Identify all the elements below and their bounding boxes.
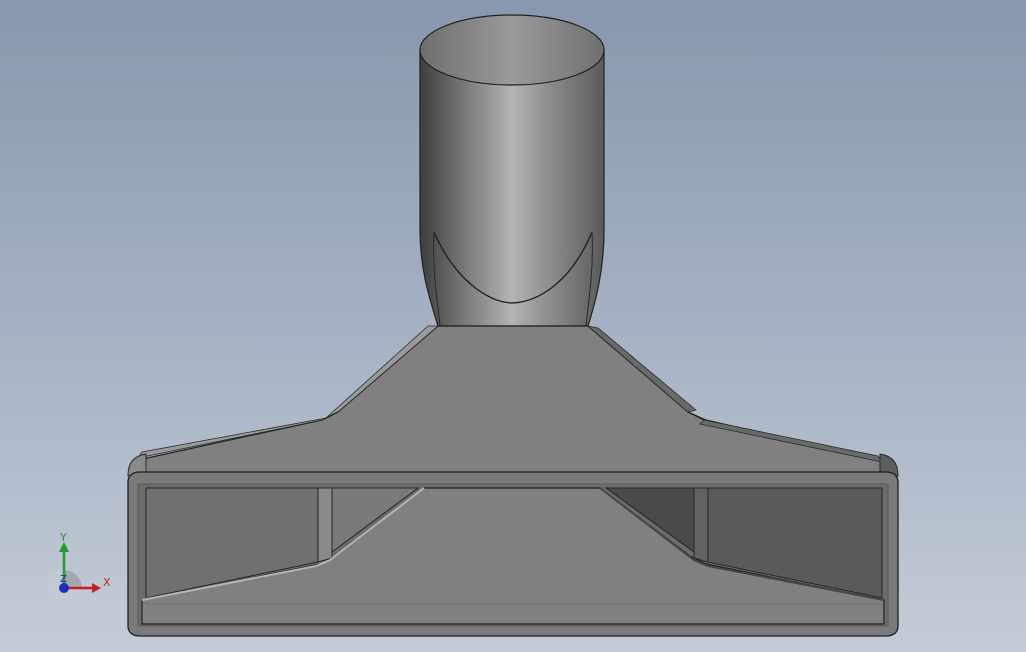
tube[interactable]: [419, 14, 605, 339]
sloped-body[interactable]: [127, 325, 899, 477]
x-axis-label: X: [103, 576, 111, 589]
axis-triad: Y X Z: [46, 528, 118, 606]
opening[interactable]: [137, 483, 889, 627]
y-axis-label: Y: [60, 531, 67, 544]
nozzle-model[interactable]: [0, 0, 1026, 652]
x-axis-arrow: [92, 583, 101, 593]
graphics-viewport[interactable]: Y X Z: [0, 0, 1026, 652]
z-axis-label: Z: [60, 574, 67, 585]
